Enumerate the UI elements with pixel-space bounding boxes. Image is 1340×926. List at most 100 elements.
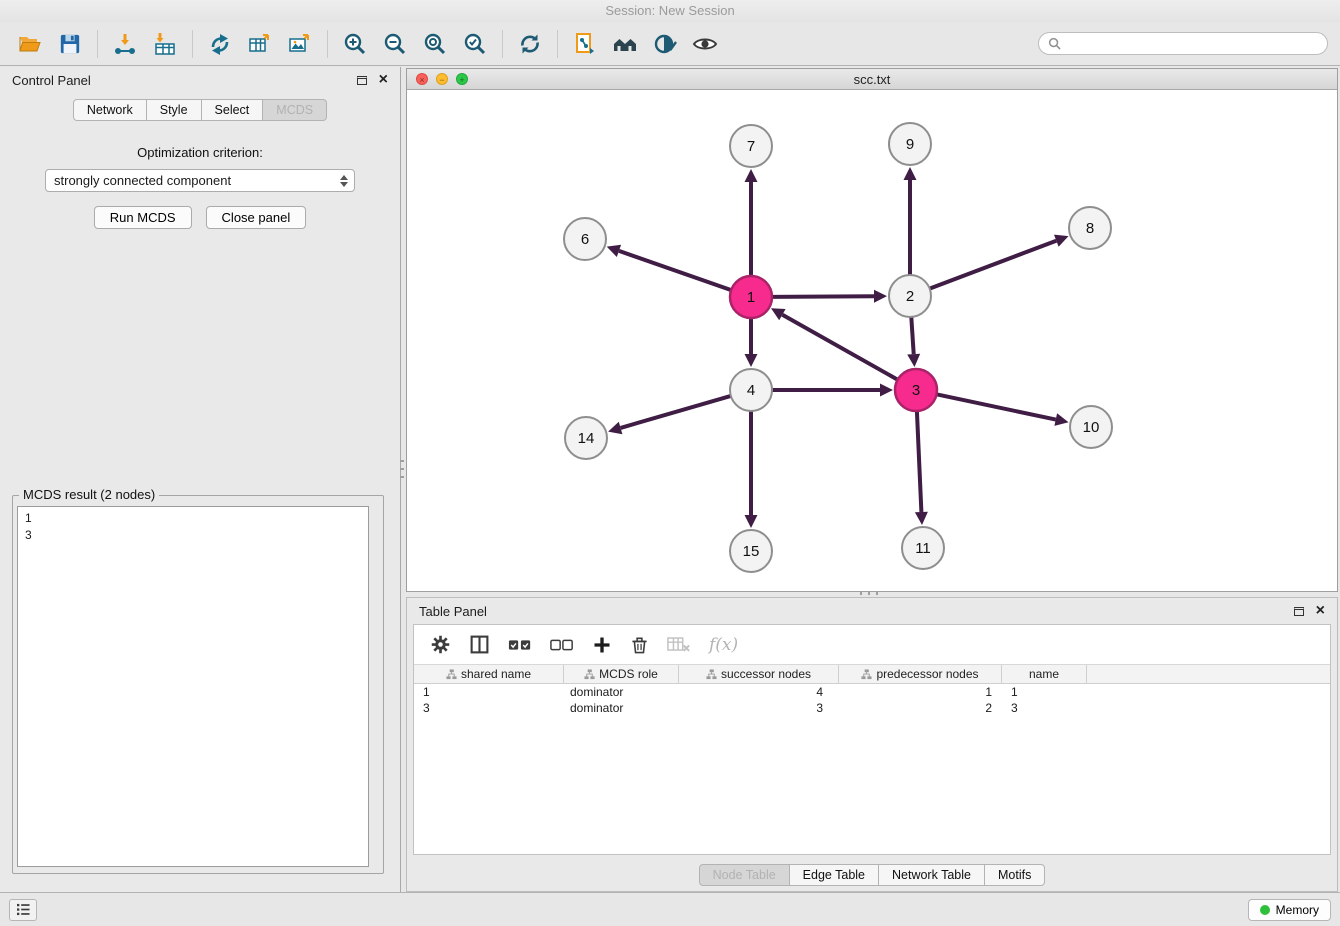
tab-motifs[interactable]: Motifs (984, 864, 1045, 886)
cell-shared-name[interactable]: 1 (414, 685, 564, 699)
minimize-window-icon[interactable]: − (436, 73, 448, 85)
first-neighbors-button[interactable] (605, 25, 645, 63)
global-search (1038, 32, 1328, 55)
graph-edge-1-2[interactable] (772, 296, 874, 297)
mcds-result-group: MCDS result (2 nodes) 1 3 (12, 495, 384, 874)
tab-style[interactable]: Style (146, 99, 202, 121)
graph-edge-2-8[interactable] (930, 241, 1057, 289)
export-image-button[interactable] (280, 25, 320, 63)
export-network-button[interactable] (200, 25, 240, 63)
column-type-icon (706, 669, 717, 680)
window-title: Session: New Session (605, 3, 734, 18)
delete-table-button[interactable] (667, 635, 691, 654)
graph-edge-arrowhead (607, 245, 621, 257)
unselect-all-columns-button[interactable] (550, 636, 574, 654)
graph-edge-1-6[interactable] (619, 251, 731, 290)
task-history-button[interactable] (9, 899, 37, 921)
memory-button[interactable]: Memory (1248, 899, 1331, 921)
delete-columns-button[interactable] (630, 635, 649, 655)
list-item[interactable]: 3 (18, 527, 368, 544)
zoom-fit-button[interactable] (415, 25, 455, 63)
graph-edge-3-10[interactable] (937, 394, 1056, 419)
manage-columns-button[interactable] (469, 634, 490, 655)
mcds-result-list[interactable]: 1 3 (17, 506, 369, 867)
graph-node-4[interactable]: 4 (730, 369, 772, 411)
network-canvas[interactable]: 7 9 6 8 1 2 4 3 14 10 15 11 (407, 90, 1337, 591)
clone-network-button[interactable] (565, 25, 605, 63)
column-header-mcds-role[interactable]: MCDS role (564, 665, 679, 683)
tab-node-table[interactable]: Node Table (699, 864, 790, 886)
tab-select[interactable]: Select (201, 99, 264, 121)
close-window-icon[interactable]: × (416, 73, 428, 85)
column-settings-button[interactable] (430, 634, 451, 655)
visual-styles-button[interactable] (645, 25, 685, 63)
graph-node-9[interactable]: 9 (889, 123, 931, 165)
select-all-columns-button[interactable] (508, 636, 532, 654)
maximize-window-icon[interactable]: + (456, 73, 468, 85)
column-header-shared-name[interactable]: shared name (414, 665, 564, 683)
graph-node-3[interactable]: 3 (895, 369, 937, 411)
column-label: predecessor nodes (876, 667, 978, 681)
graph-node-6[interactable]: 6 (564, 218, 606, 260)
table-splitter-handle[interactable] (860, 591, 878, 595)
cell-predecessor-nodes[interactable]: 2 (839, 701, 1002, 715)
import-network-button[interactable] (105, 25, 145, 63)
function-builder-button[interactable]: f(x) (709, 635, 738, 655)
node-label: 10 (1083, 419, 1100, 436)
graph-node-8[interactable]: 8 (1069, 207, 1111, 249)
graph-edge-arrowhead (745, 515, 758, 528)
graph-edge-3-1[interactable] (782, 315, 897, 380)
float-panel-icon[interactable] (1294, 607, 1304, 616)
cell-mcds-role[interactable]: dominator (564, 701, 679, 715)
graph-node-14[interactable]: 14 (565, 417, 607, 459)
refresh-view-button[interactable] (510, 25, 550, 63)
graph-node-7[interactable]: 7 (730, 125, 772, 167)
table-row[interactable]: 1 dominator 4 1 1 (414, 684, 1330, 700)
criterion-dropdown[interactable]: strongly connected component (45, 169, 355, 192)
close-panel-button[interactable]: Close panel (206, 206, 307, 229)
graph-node-10[interactable]: 10 (1070, 406, 1112, 448)
open-session-button[interactable] (10, 25, 50, 63)
graph-node-1[interactable]: 1 (730, 276, 772, 318)
cell-name[interactable]: 3 (1002, 701, 1087, 715)
tab-network-table[interactable]: Network Table (878, 864, 985, 886)
graph-node-11[interactable]: 11 (902, 527, 944, 569)
export-table-button[interactable] (240, 25, 280, 63)
control-panel-title: Control Panel (12, 73, 91, 88)
columns-icon (469, 634, 490, 655)
search-input[interactable] (1066, 37, 1318, 51)
graph-node-2[interactable]: 2 (889, 275, 931, 317)
tab-edge-table[interactable]: Edge Table (789, 864, 879, 886)
table-panel-title: Table Panel (419, 604, 487, 619)
run-mcds-button[interactable]: Run MCDS (94, 206, 192, 229)
cell-successor-nodes[interactable]: 4 (679, 685, 839, 699)
zoom-out-button[interactable] (375, 25, 415, 63)
show-hide-button[interactable] (685, 25, 725, 63)
panel-splitter-handle[interactable] (400, 460, 404, 478)
cell-shared-name[interactable]: 3 (414, 701, 564, 715)
zoom-selected-button[interactable] (455, 25, 495, 63)
graph-edge-4-14[interactable] (621, 396, 731, 428)
float-panel-icon[interactable] (357, 76, 367, 85)
graph-edge-3-11[interactable] (917, 411, 922, 512)
column-header-successor-nodes[interactable]: successor nodes (679, 665, 839, 683)
graph-edge-2-3[interactable] (911, 317, 913, 354)
column-header-predecessor-nodes[interactable]: predecessor nodes (839, 665, 1002, 683)
mcds-result-title: MCDS result (2 nodes) (19, 487, 159, 502)
cell-predecessor-nodes[interactable]: 1 (839, 685, 1002, 699)
close-panel-icon[interactable] (1316, 604, 1325, 618)
table-row[interactable]: 3 dominator 3 2 3 (414, 700, 1330, 716)
cell-successor-nodes[interactable]: 3 (679, 701, 839, 715)
tab-mcds[interactable]: MCDS (262, 99, 327, 121)
graph-node-15[interactable]: 15 (730, 530, 772, 572)
zoom-in-button[interactable] (335, 25, 375, 63)
cell-name[interactable]: 1 (1002, 685, 1087, 699)
import-table-button[interactable] (145, 25, 185, 63)
save-session-button[interactable] (50, 25, 90, 63)
list-item[interactable]: 1 (18, 510, 368, 527)
add-column-button[interactable] (592, 635, 612, 655)
tab-network[interactable]: Network (73, 99, 147, 121)
close-panel-icon[interactable] (379, 73, 388, 87)
cell-mcds-role[interactable]: dominator (564, 685, 679, 699)
column-header-name[interactable]: name (1002, 665, 1087, 683)
